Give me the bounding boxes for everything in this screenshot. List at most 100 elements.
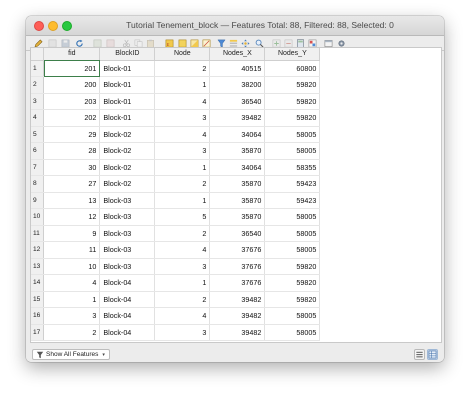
row-number[interactable]: 1 (31, 60, 45, 77)
cell-nodes-x[interactable]: 35870 (209, 192, 266, 209)
cell-nodes-x[interactable]: 35870 (209, 175, 266, 193)
cell-nodes-x[interactable]: 37676 (209, 258, 266, 275)
cell-nodes-x[interactable]: 35870 (209, 208, 266, 226)
cell-nodes-x[interactable]: 35870 (209, 142, 266, 160)
cell-nodes-x[interactable]: 36540 (209, 93, 266, 110)
cell-nodes-y[interactable]: 59423 (264, 175, 321, 193)
attribute-table[interactable]: fid BlockID Node Nodes_X Nodes_Y 1 201 Blo… (30, 47, 442, 343)
cell-node[interactable]: 3 (154, 324, 211, 341)
cell-fid[interactable]: 9 (43, 225, 101, 242)
cell-blockid[interactable]: Block-01 (99, 109, 156, 127)
row-number[interactable]: 7 (31, 159, 45, 176)
table-row[interactable]: 14 4 Block-04 1 37676 59820 (31, 274, 440, 292)
cell-nodes-y[interactable]: 58005 (264, 225, 321, 242)
cell-node[interactable]: 1 (154, 274, 211, 292)
cell-fid[interactable]: 11 (43, 241, 101, 259)
cell-blockid[interactable]: Block-01 (99, 76, 156, 94)
column-header-node[interactable]: Node (154, 48, 211, 61)
table-row[interactable]: 15 1 Block-04 2 39482 59820 (31, 291, 440, 308)
table-row[interactable]: 1 201 Block-01 2 40515 60800 (31, 60, 440, 77)
cell-blockid[interactable]: Block-04 (99, 307, 156, 325)
cell-nodes-x[interactable]: 39482 (209, 109, 266, 127)
cell-node[interactable]: 3 (154, 142, 211, 160)
cell-fid[interactable]: 4 (43, 274, 101, 292)
cell-node[interactable]: 5 (154, 208, 211, 226)
column-header-nodes-x[interactable]: Nodes_X (209, 48, 266, 61)
table-row[interactable]: 11 9 Block-03 2 36540 58005 (31, 225, 440, 242)
table-view-button[interactable] (427, 349, 438, 360)
cell-blockid[interactable]: Block-04 (99, 274, 156, 292)
cell-nodes-y[interactable]: 58005 (264, 208, 321, 226)
cell-nodes-y[interactable]: 59820 (264, 76, 321, 94)
cell-fid[interactable]: 30 (43, 159, 101, 176)
table-row[interactable]: 12 11 Block-03 4 37676 58005 (31, 241, 440, 259)
cell-nodes-y[interactable]: 59820 (264, 258, 321, 275)
cell-node[interactable]: 2 (154, 225, 211, 242)
column-header-nodes-y[interactable]: Nodes_Y (264, 48, 321, 61)
cell-blockid[interactable]: Block-01 (99, 93, 156, 110)
cell-node[interactable]: 1 (154, 76, 211, 94)
form-view-button[interactable] (414, 349, 425, 360)
cell-blockid[interactable]: Block-02 (99, 175, 156, 193)
show-all-features-dropdown[interactable]: Show All Features ▾ (32, 349, 110, 360)
row-number[interactable]: 8 (31, 175, 45, 193)
corner-header[interactable] (31, 48, 45, 61)
cell-node[interactable]: 3 (154, 109, 211, 127)
table-row[interactable]: 16 3 Block-04 4 39482 58005 (31, 307, 440, 325)
cell-nodes-y[interactable]: 59423 (264, 192, 321, 209)
table-row[interactable]: 10 12 Block-03 5 35870 58005 (31, 208, 440, 226)
row-number[interactable]: 17 (31, 324, 45, 341)
row-number[interactable]: 6 (31, 142, 45, 160)
cell-fid[interactable]: 27 (43, 175, 101, 193)
cell-fid[interactable]: 202 (43, 109, 101, 127)
row-number[interactable]: 12 (31, 241, 45, 259)
maximize-window-button[interactable] (62, 21, 72, 31)
cell-node[interactable]: 3 (154, 258, 211, 275)
cell-blockid[interactable]: Block-02 (99, 126, 156, 143)
table-row[interactable]: 2 200 Block-01 1 38200 59820 (31, 76, 440, 94)
table-row[interactable]: 8 27 Block-02 2 35870 59423 (31, 175, 440, 193)
cell-node[interactable]: 2 (154, 291, 211, 308)
title-bar[interactable]: Tutorial Tenement_block — Features Total… (26, 16, 444, 36)
cell-fid[interactable]: 29 (43, 126, 101, 143)
table-row[interactable]: 17 2 Block-04 3 39482 58005 (31, 324, 440, 341)
cell-nodes-y[interactable]: 59820 (264, 274, 321, 292)
cell-blockid[interactable]: Block-03 (99, 225, 156, 242)
cell-nodes-x[interactable]: 38200 (209, 76, 266, 94)
cell-blockid[interactable]: Block-03 (99, 208, 156, 226)
cell-nodes-y[interactable]: 58355 (264, 159, 321, 176)
row-number[interactable]: 4 (31, 109, 45, 127)
row-number[interactable]: 5 (31, 126, 45, 143)
cell-nodes-y[interactable]: 60800 (264, 60, 321, 77)
cell-blockid[interactable]: Block-03 (99, 192, 156, 209)
cell-fid[interactable]: 203 (43, 93, 101, 110)
column-header-blockid[interactable]: BlockID (99, 48, 156, 61)
cell-node[interactable]: 4 (154, 126, 211, 143)
row-number[interactable]: 9 (31, 192, 45, 209)
cell-nodes-y[interactable]: 59820 (264, 109, 321, 127)
cell-blockid[interactable]: Block-04 (99, 291, 156, 308)
cell-node[interactable]: 2 (154, 175, 211, 193)
column-header-fid[interactable]: fid (43, 48, 101, 61)
cell-nodes-x[interactable]: 37676 (209, 241, 266, 259)
cell-fid[interactable]: 201 (43, 60, 101, 77)
cell-node[interactable]: 4 (154, 93, 211, 110)
cell-fid[interactable]: 28 (43, 142, 101, 160)
cell-fid[interactable]: 3 (43, 307, 101, 325)
row-number[interactable]: 3 (31, 93, 45, 110)
close-window-button[interactable] (34, 21, 44, 31)
row-number[interactable]: 13 (31, 258, 45, 275)
cell-nodes-x[interactable]: 39482 (209, 307, 266, 325)
cell-node[interactable]: 4 (154, 241, 211, 259)
row-number[interactable]: 10 (31, 208, 45, 226)
table-row[interactable]: 3 203 Block-01 4 36540 59820 (31, 93, 440, 110)
row-number[interactable]: 15 (31, 291, 45, 308)
cell-nodes-x[interactable]: 36540 (209, 225, 266, 242)
row-number[interactable]: 11 (31, 225, 45, 242)
table-row[interactable]: 4 202 Block-01 3 39482 59820 (31, 109, 440, 127)
cell-node[interactable]: 1 (154, 192, 211, 209)
cell-node[interactable]: 4 (154, 307, 211, 325)
cell-nodes-y[interactable]: 58005 (264, 307, 321, 325)
cell-nodes-y[interactable]: 58005 (264, 126, 321, 143)
cell-nodes-y[interactable]: 58005 (264, 142, 321, 160)
